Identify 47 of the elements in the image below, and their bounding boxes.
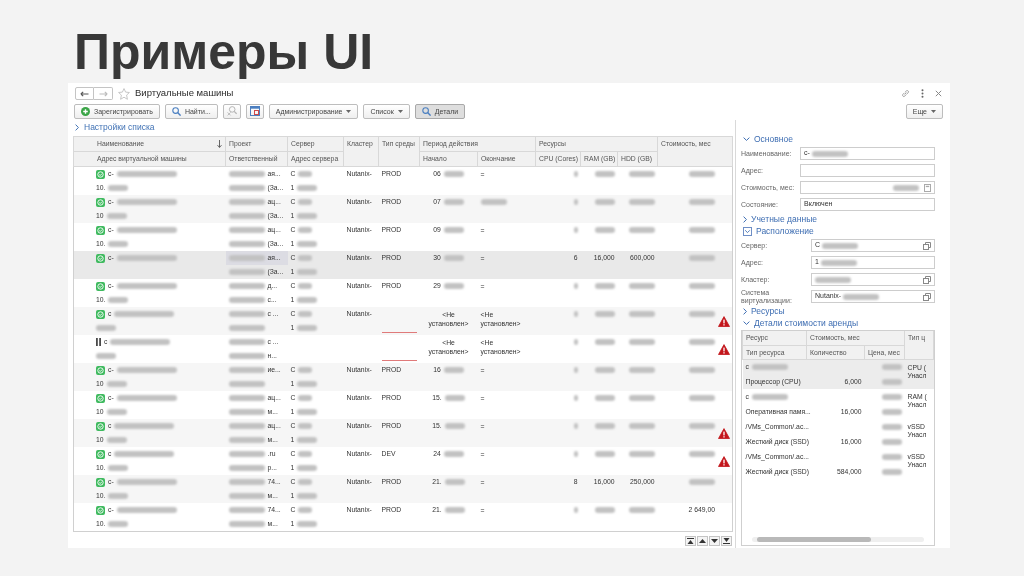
link-icon[interactable] [901,89,910,98]
scroll-up-button[interactable] [697,536,708,546]
window-icon [249,106,260,116]
chevron-right-icon [743,215,747,223]
calculator-icon[interactable] [924,183,931,192]
scroll-first-button[interactable] [685,536,696,546]
scrollbar-thumb[interactable] [757,537,871,542]
window-title: Виртуальные машины [135,86,234,101]
more-icon[interactable] [921,89,924,98]
close-icon[interactable] [935,90,942,97]
chevron-right-icon [75,124,79,131]
scroll-down-button[interactable] [709,536,720,546]
section-toggle[interactable]: Ресурсы [741,305,785,317]
window-button[interactable] [245,103,264,119]
plus-circle-icon [81,106,90,116]
scroll-last-button[interactable] [721,536,732,546]
overlapping-squares-icon[interactable] [923,292,931,301]
triangle-down-icon [711,539,718,543]
chevron-right-icon [743,307,747,315]
caret-icon [346,109,352,113]
input-field[interactable] [800,181,935,194]
chevron-down-icon [743,137,750,141]
triangle-up-icon [699,539,706,543]
sort-arrow-icon [217,139,222,148]
arrow-to-top-icon [687,538,694,544]
arrow-right-icon [98,90,108,97]
section-toggle[interactable]: Расположение [741,225,814,237]
star-icon[interactable] [118,87,130,100]
section-toggle[interactable]: Учетные данные [741,213,817,225]
chevron-down-icon [743,226,752,236]
slide-title: Примеры UI [73,23,375,82]
chevron-down-icon [743,321,750,325]
section-toggle[interactable]: Основное [741,133,793,145]
input-field[interactable] [800,164,935,177]
search-icon [171,106,181,116]
search-clear-icon [226,106,237,116]
back-button[interactable] [75,87,94,100]
caret-icon [397,109,403,113]
section-toggle[interactable]: Детали стоимости аренды [741,317,859,329]
arrow-left-icon [80,90,89,97]
overlapping-squares-icon[interactable] [923,241,931,250]
overlapping-squares-icon[interactable] [923,275,931,284]
arrow-to-bottom-icon [723,538,730,544]
list-settings-link[interactable]: Настройки списка [73,120,155,135]
caret-icon [931,109,936,113]
search-icon [421,106,431,116]
input-field[interactable] [811,273,935,286]
